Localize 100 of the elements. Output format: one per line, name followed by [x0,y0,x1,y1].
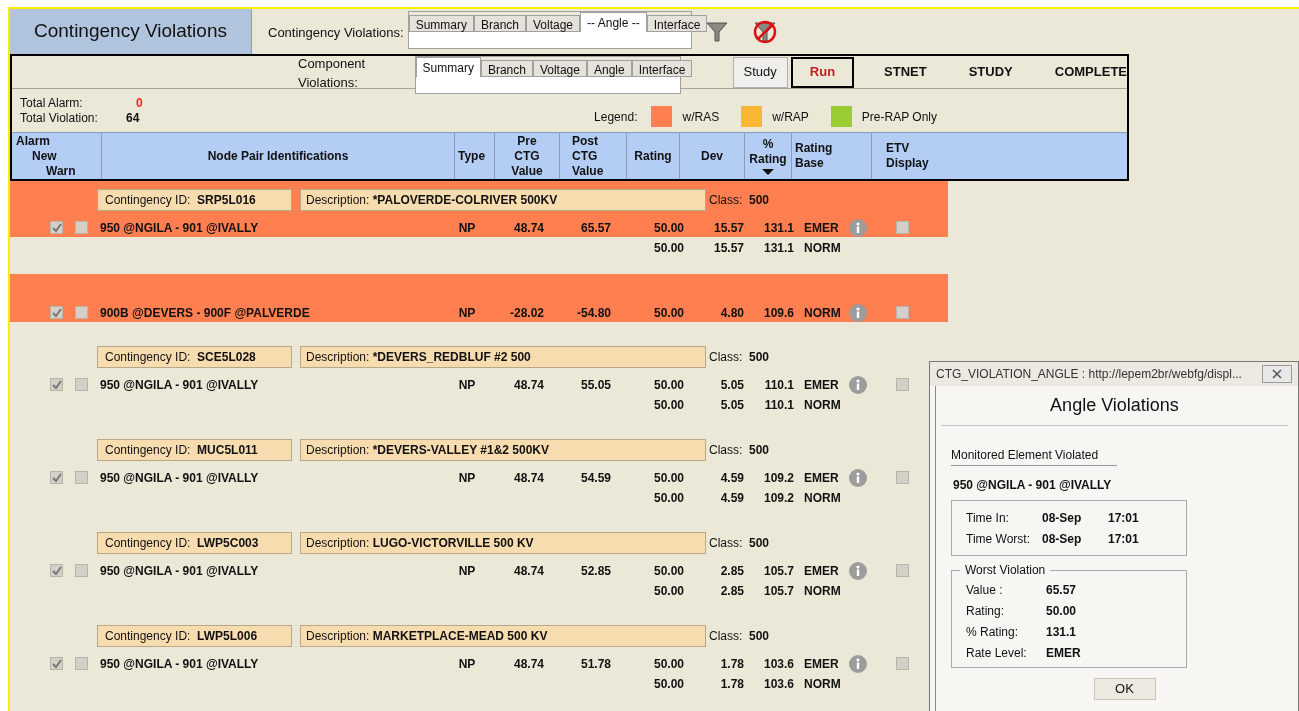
field-value: 08-Sep [1042,530,1083,548]
class-label: Class: 500 [709,628,770,645]
tab[interactable]: Interface [646,15,708,32]
table-cell-text: 15.57 [712,239,744,257]
checkbox[interactable] [896,306,909,319]
checkbox[interactable] [50,564,63,577]
table-cell-text: EMER [803,469,840,487]
legend-label: Legend: [594,108,638,126]
tab[interactable]: Summary [408,15,474,32]
element-name: 950 @NGILA - 901 @IVALLY [953,477,1113,494]
table-cell-text: 48.74 [512,219,544,237]
table-cell-text: NP [457,655,477,673]
dialog-title: CTG_VIOLATION_ANGLE : http://lepem2br/webfg/displ... [936,366,1242,383]
checkbox[interactable] [75,657,88,670]
column-header: Display [886,156,930,171]
no-filter-icon[interactable] [751,18,778,45]
table-cell-text: 109.2 [762,469,794,487]
total-label: Total Alarm: [20,95,84,111]
tab[interactable]: Branch [480,60,533,77]
node-pair-cell-text: 950 @NGILA - 901 @IVALLY [100,562,260,580]
checkbox[interactable] [75,306,88,319]
checkbox[interactable] [75,564,88,577]
table-cell-text: 50.00 [652,469,684,487]
tabs-label: Component Violations: [298,54,367,92]
info-icon[interactable] [849,654,867,673]
checkbox[interactable] [896,471,909,484]
table-cell-text: NP [457,376,477,394]
table-cell-text: 50.00 [652,239,684,257]
info-icon[interactable] [849,303,867,322]
table-cell-text: NORM [803,675,842,693]
class-label: Class: 500 [709,192,770,209]
total-label: Total Violation: [20,110,99,126]
checkbox[interactable] [896,378,909,391]
ok-button[interactable]: OK [1093,678,1156,700]
checkbox[interactable] [896,657,909,670]
legend-text: Pre-RAP Only [861,108,937,126]
info-icon[interactable] [849,561,867,580]
table-cell-text: 5.05 [719,396,744,414]
tab[interactable]: -- Angle -- [580,12,647,32]
node-pair-cell-text: 950 @NGILA - 901 @IVALLY [100,219,260,237]
table-cell-text: 109.2 [762,489,794,507]
column-header: Value [510,163,544,179]
study-button[interactable]: Study [732,56,788,88]
column-header: Dev [700,148,724,164]
table-cell-text: 131.1 [762,239,794,257]
checkbox[interactable] [50,306,63,319]
run-button[interactable]: Run [790,56,855,88]
checkbox[interactable] [75,471,88,484]
info-icon[interactable] [849,468,867,487]
checkbox[interactable] [75,221,88,234]
table-cell-text: 48.74 [512,376,544,394]
field-value: 08-Sep [1042,509,1083,527]
node-pair-cell-text: 950 @NGILA - 901 @IVALLY [100,469,260,487]
table-cell-text: 15.57 [712,219,744,237]
column-header: Rating [795,141,834,156]
checkbox[interactable] [50,221,63,234]
table-cell-text: 50.00 [652,675,684,693]
page-title: Contingency Violations [10,9,252,54]
table-cell-text: NORM [803,304,842,322]
tab[interactable]: Branch [473,15,526,32]
info-icon[interactable] [849,375,867,394]
panel-legend: Worst Violation [960,563,1051,577]
tab[interactable]: Voltage [532,60,587,77]
dialog-heading: Angle Violations [941,386,1288,426]
legend-text: w/RAP [772,108,809,126]
table-cell-text: 48.74 [512,655,544,673]
tab[interactable]: Voltage [526,15,581,32]
sort-icon[interactable] [762,169,774,175]
checkbox[interactable] [896,564,909,577]
column-header: ETV [886,141,911,156]
table-cell-text: EMER [803,562,840,580]
checkbox[interactable] [50,471,63,484]
table-cell-text: 105.7 [762,582,794,600]
node-pair-cell-text: 950 @NGILA - 901 @IVALLY [100,655,260,673]
checkbox[interactable] [75,378,88,391]
checkbox[interactable] [896,221,909,234]
field-label: Rating: [966,602,1006,620]
table-cell-text: NP [457,562,477,580]
description-field: Description: MARKETPLACE-MEAD 500 KV [300,625,706,647]
tab[interactable]: Angle [586,60,632,77]
class-label: Class: 500 [709,349,770,366]
table-cell-text: 50.00 [652,655,684,673]
close-button[interactable] [1262,365,1292,383]
column-header: Base [795,156,825,171]
table-cell-text: 50.00 [652,562,684,580]
table-cell-text: 55.05 [579,376,611,394]
status-text: STUDY [968,63,1013,82]
table-cell-text: EMER [803,376,840,394]
info-icon[interactable] [849,218,867,237]
table-cell-text: -28.02 [508,304,544,322]
field-label: Time In: [966,509,1010,527]
table-cell-text: 103.6 [762,655,794,673]
checkbox[interactable] [50,378,63,391]
tab[interactable]: Summary [415,57,481,77]
table-cell-text: NORM [803,489,842,507]
table-cell-text: 50.00 [652,396,684,414]
table-cell-text: 131.1 [762,219,794,237]
checkbox[interactable] [50,657,63,670]
field-value: 65.57 [1046,581,1077,599]
tab[interactable]: Interface [631,60,693,77]
